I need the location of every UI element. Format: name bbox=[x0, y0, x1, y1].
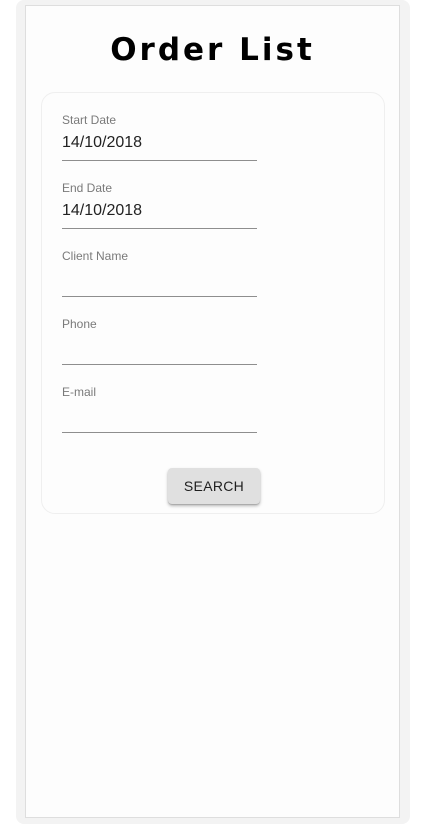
search-form-card: Start Date End Date Client Name Phone E-… bbox=[41, 92, 385, 514]
end-date-input[interactable] bbox=[62, 199, 257, 229]
email-field: E-mail bbox=[62, 385, 257, 435]
phone-input[interactable] bbox=[62, 335, 257, 365]
end-date-field: End Date bbox=[62, 181, 257, 231]
email-label: E-mail bbox=[62, 385, 97, 399]
client-name-label: Client Name bbox=[62, 249, 129, 263]
client-name-input[interactable] bbox=[62, 267, 257, 297]
start-date-input[interactable] bbox=[62, 131, 257, 161]
start-date-field: Start Date bbox=[62, 113, 257, 163]
email-input[interactable] bbox=[62, 403, 257, 433]
client-name-field: Client Name bbox=[62, 249, 257, 299]
search-button[interactable]: SEARCH bbox=[168, 468, 260, 504]
phone-label: Phone bbox=[62, 317, 97, 331]
start-date-label: Start Date bbox=[62, 113, 117, 127]
end-date-label: End Date bbox=[62, 181, 113, 195]
order-list-page: Order List Start Date End Date Client Na… bbox=[25, 5, 400, 818]
phone-field: Phone bbox=[62, 317, 257, 367]
page-title: Order List bbox=[110, 32, 315, 68]
